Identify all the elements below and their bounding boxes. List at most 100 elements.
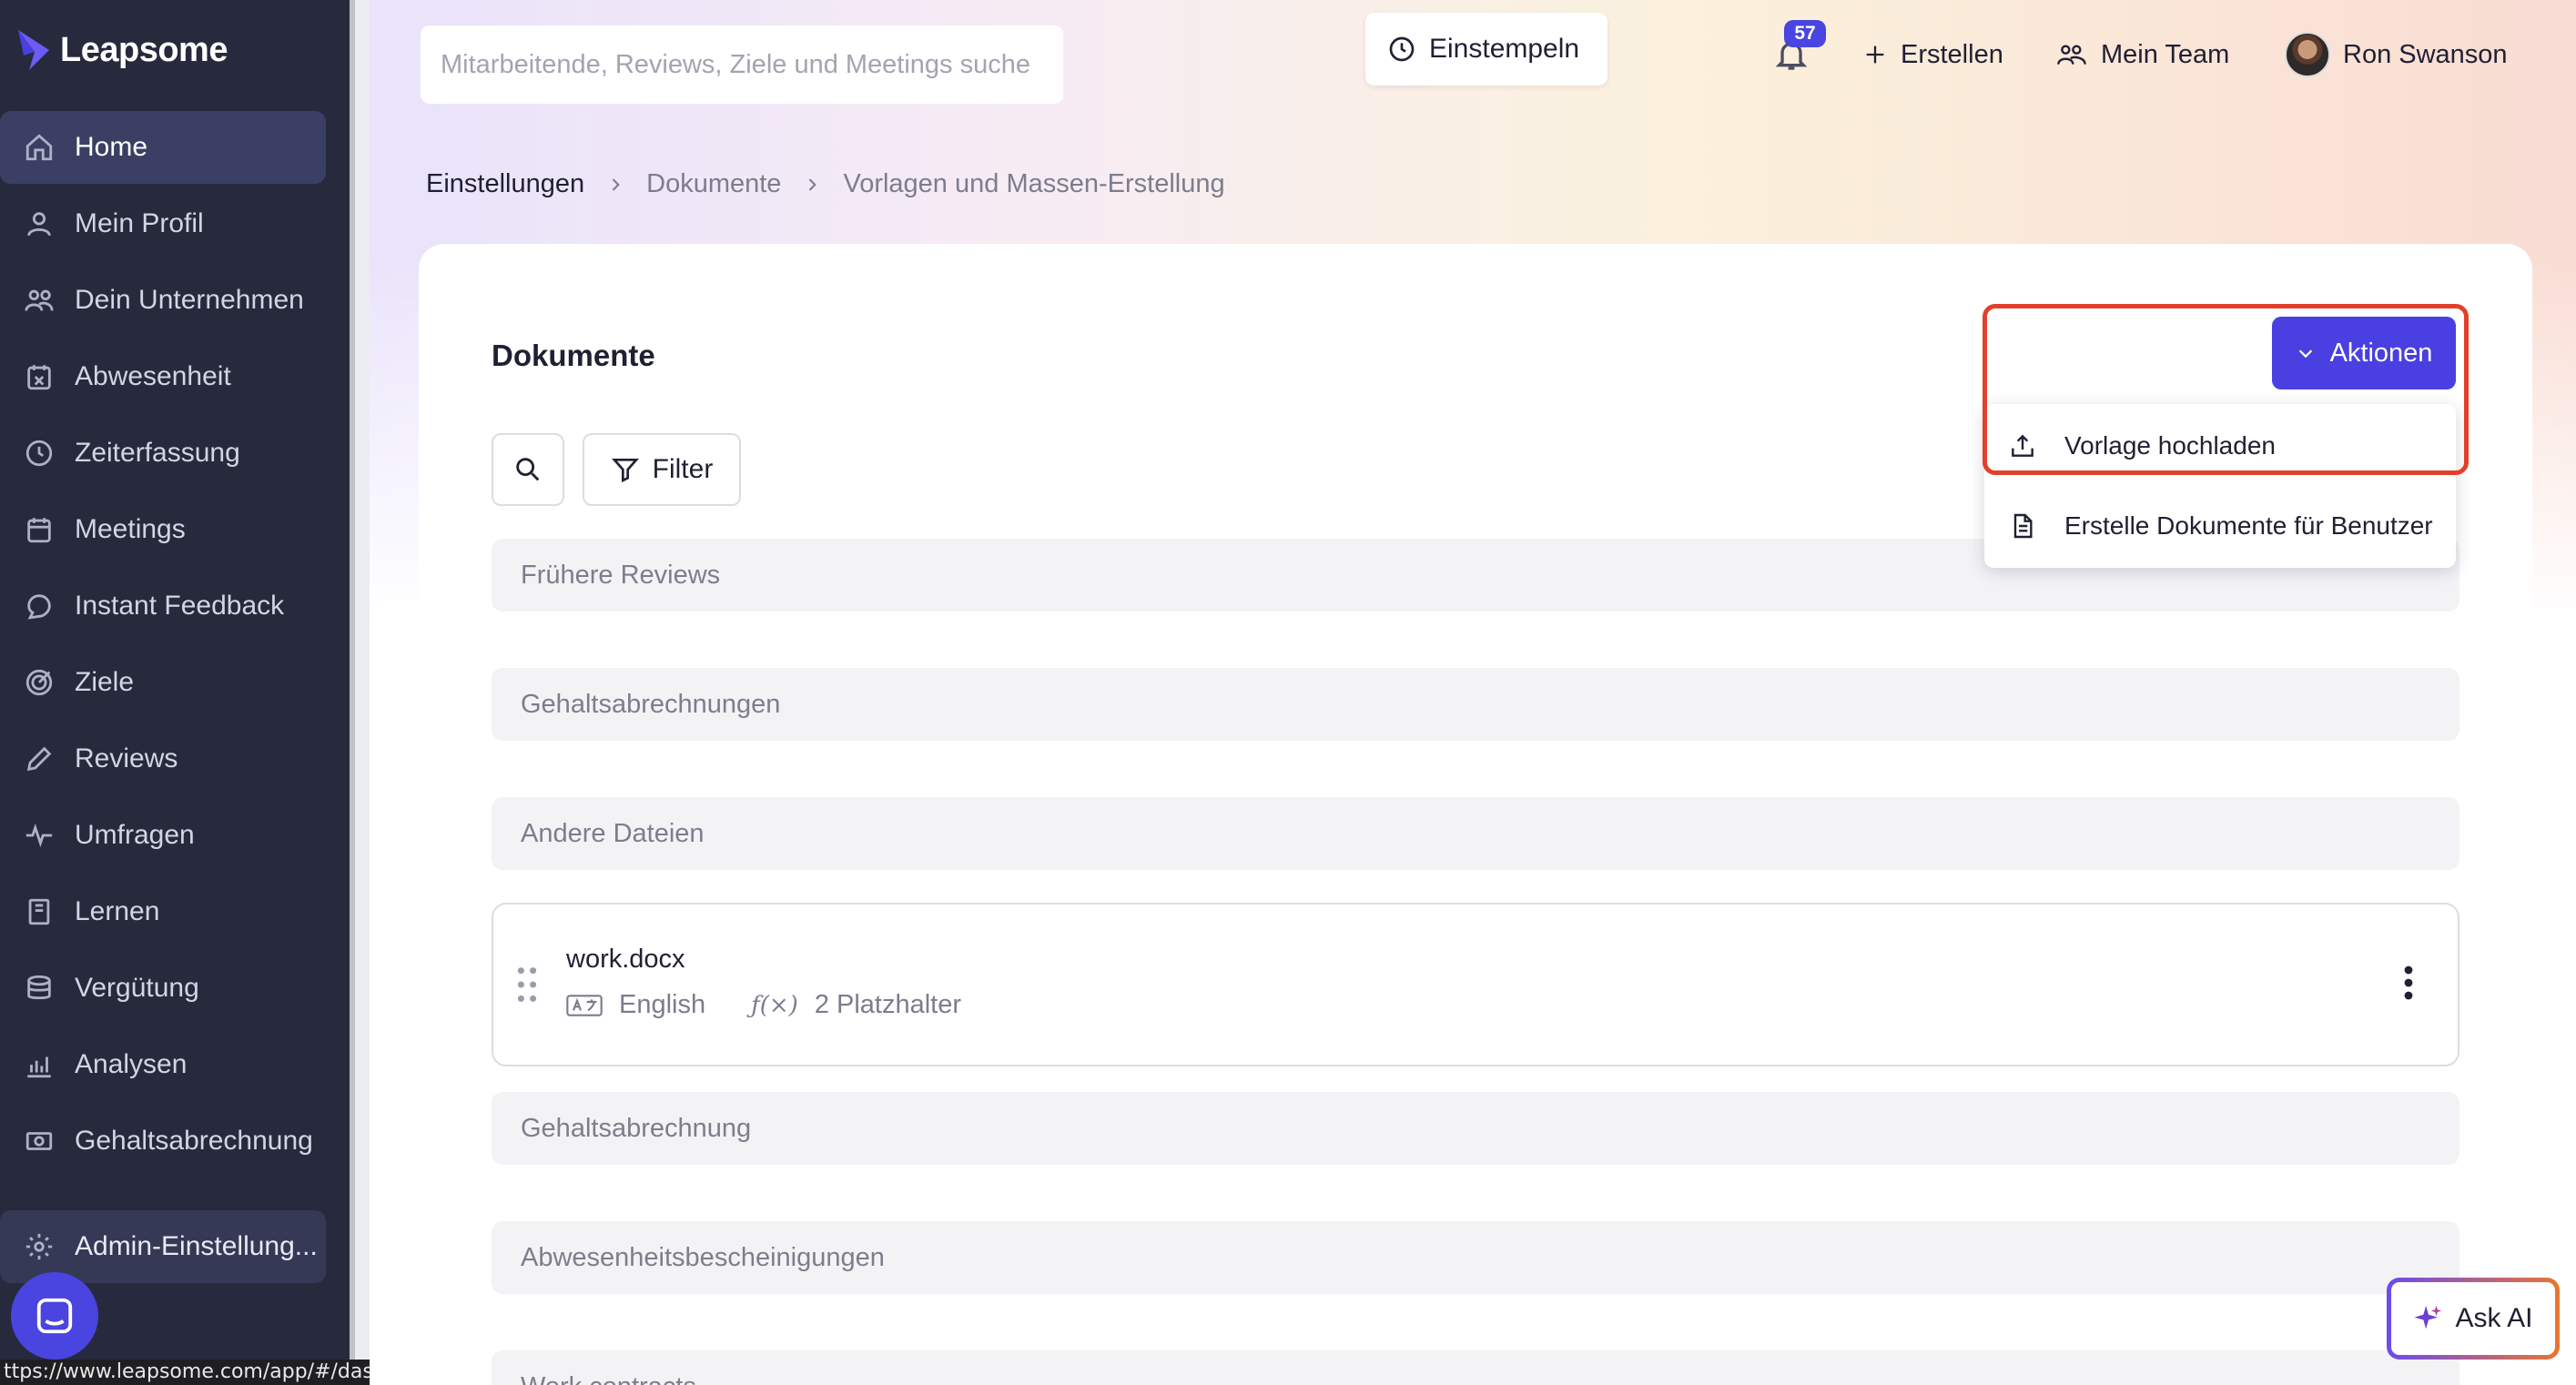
- sidebar-item-label: Admin-Einstellung...: [75, 1231, 318, 1261]
- document-name[interactable]: work.docx: [566, 945, 685, 975]
- section-andere-dateien[interactable]: Andere Dateien: [492, 797, 2459, 870]
- menu-item-create-documents[interactable]: Erstelle Dokumente für Benutzer: [1984, 486, 2456, 566]
- gear-icon: [24, 1231, 55, 1262]
- main-area: Einstempeln 57 Erstellen Mein Team Ron S…: [370, 0, 2576, 1385]
- sidebar-item-umfragen[interactable]: Umfragen: [0, 799, 326, 872]
- chat-icon: [24, 591, 55, 622]
- clock-in-button[interactable]: Einstempeln: [1365, 13, 1607, 86]
- sidebar-item-dein-unternehmen[interactable]: Dein Unternehmen: [0, 264, 326, 337]
- clock-icon: [1389, 36, 1415, 62]
- pulse-icon: [24, 820, 55, 851]
- sidebar-item-label: Ziele: [75, 667, 135, 697]
- my-team-label: Mein Team: [2101, 39, 2230, 69]
- section-label: Gehaltsabrechnungen: [521, 689, 781, 719]
- menu-item-upload-template[interactable]: Vorlage hochladen: [1984, 406, 2456, 486]
- sparkle-icon: [2414, 1305, 2442, 1329]
- ask-ai-label: Ask AI: [2455, 1303, 2533, 1333]
- actions-menu: Vorlage hochladen Erstelle Dokumente für…: [1984, 404, 2456, 568]
- menu-item-label: Erstelle Dokumente für Benutzer: [2064, 511, 2433, 540]
- sidebar-item-home[interactable]: Home: [0, 111, 326, 184]
- sidebar-item-zeiterfassung[interactable]: Zeiterfassung: [0, 417, 326, 490]
- clock-in-label: Einstempeln: [1429, 34, 1580, 64]
- sidebar-item-label: Analysen: [75, 1049, 188, 1079]
- logo-text: Leapsome: [60, 30, 228, 69]
- sidebar-item-label: Reviews: [75, 743, 178, 773]
- language-icon: [566, 994, 603, 1016]
- sidebar-item-gehaltsabrechnung[interactable]: Gehaltsabrechnung: [0, 1105, 326, 1178]
- global-search[interactable]: [421, 25, 1063, 104]
- document-meta: English ƒ(×) 2 Platzhalter: [566, 990, 961, 1020]
- home-icon: [24, 132, 55, 163]
- sidebar-item-ziele[interactable]: Ziele: [0, 646, 326, 719]
- sidebar-item-label: Umfragen: [75, 820, 195, 850]
- user-name: Ron Swanson: [2343, 39, 2508, 69]
- sidebar-item-verguetung[interactable]: Vergütung: [0, 952, 326, 1025]
- section-label: Andere Dateien: [521, 818, 705, 848]
- create-button[interactable]: Erstellen: [1862, 33, 2003, 76]
- sidebar-item-meetings[interactable]: Meetings: [0, 493, 326, 566]
- sidebar-item-analysen[interactable]: Analysen: [0, 1028, 326, 1101]
- global-search-input[interactable]: [441, 49, 1041, 80]
- sidebar-item-label: Zeiterfassung: [75, 438, 240, 468]
- section-label: Gehaltsabrechnung: [521, 1113, 752, 1143]
- chevron-right-icon: [809, 177, 817, 191]
- search-button[interactable]: [492, 433, 564, 506]
- book-icon: [24, 896, 55, 927]
- sidebar-item-instant-feedback[interactable]: Instant Feedback: [0, 570, 326, 642]
- actions-label: Aktionen: [2329, 338, 2433, 368]
- section-label: Abwesenheitsbescheinigungen: [521, 1242, 885, 1272]
- upload-icon: [2012, 434, 2033, 457]
- section-gehaltsabrechnung[interactable]: Gehaltsabrechnung: [492, 1092, 2459, 1165]
- target-icon: [24, 667, 55, 698]
- support-chat-button[interactable]: [11, 1272, 98, 1360]
- sidebar-item-label: Instant Feedback: [75, 591, 285, 621]
- actions-button[interactable]: Aktionen: [2272, 317, 2456, 389]
- sidebar-scroll-edge: [350, 0, 370, 1385]
- breadcrumb-templates: Vorlagen und Massen-Erstellung: [843, 169, 1225, 198]
- sidebar-item-abwesenheit[interactable]: Abwesenheit: [0, 340, 326, 413]
- chevron-right-icon: [612, 177, 620, 191]
- calendar-x-icon: [24, 361, 55, 392]
- document-icon: [2013, 513, 2033, 539]
- section-abwesenheitsbescheinigungen[interactable]: Abwesenheitsbescheinigungen: [492, 1221, 2459, 1294]
- user-icon: [24, 208, 55, 239]
- breadcrumb-documents[interactable]: Dokumente: [646, 169, 781, 199]
- money-icon: [24, 1126, 55, 1157]
- chart-icon: [24, 1049, 55, 1080]
- calendar-icon: [24, 514, 55, 545]
- filter-button[interactable]: Filter: [583, 433, 741, 506]
- chevron-down-icon: [2298, 349, 2312, 359]
- coins-icon: [24, 973, 55, 1004]
- formula-icon: ƒ(×): [751, 991, 798, 1019]
- sidebar-item-lernen[interactable]: Lernen: [0, 875, 326, 948]
- breadcrumb-settings[interactable]: Einstellungen: [426, 169, 584, 199]
- sidebar-item-label: Abwesenheit: [75, 361, 231, 391]
- sidebar-item-reviews[interactable]: Reviews: [0, 723, 326, 795]
- more-options-icon[interactable]: [2403, 965, 2414, 1001]
- document-row[interactable]: work.docx English ƒ(×) 2 Platzhalter: [492, 903, 2459, 1067]
- section-label: Work contracts: [521, 1372, 696, 1385]
- sidebar-item-mein-profil[interactable]: Mein Profil: [0, 187, 326, 260]
- team-icon: [2057, 45, 2086, 65]
- my-team-button[interactable]: Mein Team: [2055, 33, 2229, 76]
- leapsome-logo[interactable]: Leapsome: [16, 25, 228, 75]
- leapsome-logo-icon: [18, 30, 49, 70]
- ask-ai-button[interactable]: Ask AI: [2387, 1278, 2560, 1360]
- search-icon: [516, 458, 540, 481]
- section-gehaltsabrechnungen[interactable]: Gehaltsabrechnungen: [492, 668, 2459, 741]
- pencil-icon: [24, 743, 55, 774]
- section-work-contracts[interactable]: Work contracts: [492, 1350, 2459, 1385]
- sidebar-item-label: Meetings: [75, 514, 186, 544]
- filter-label: Filter: [652, 454, 714, 484]
- sidebar-item-label: Home: [75, 132, 148, 162]
- section-label: Frühere Reviews: [521, 560, 721, 590]
- menu-item-label: Vorlage hochladen: [2064, 431, 2276, 460]
- user-menu[interactable]: Ron Swanson: [2285, 32, 2508, 77]
- sidebar-item-label: Vergütung: [75, 973, 199, 1003]
- breadcrumb: Einstellungen Dokumente Vorlagen und Mas…: [426, 169, 1225, 199]
- plus-icon: [1866, 45, 1884, 64]
- sidebar-item-label: Gehaltsabrechnung: [75, 1126, 313, 1156]
- document-placeholders: 2 Platzhalter: [814, 990, 962, 1019]
- drag-handle-icon[interactable]: [517, 966, 537, 1003]
- avatar: [2285, 32, 2330, 77]
